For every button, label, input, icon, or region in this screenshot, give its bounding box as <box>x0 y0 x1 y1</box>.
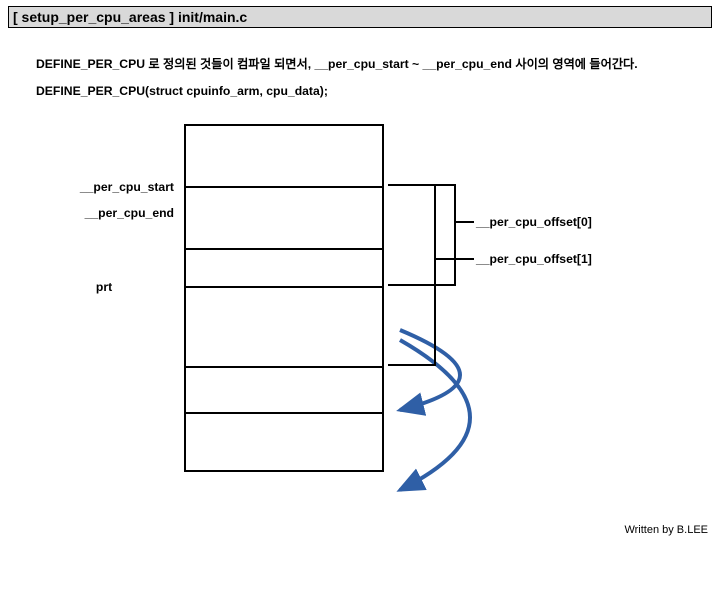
offset1-bracket-bottom <box>388 364 436 366</box>
label-per-cpu-start: __per_cpu_start <box>34 180 174 194</box>
title-bar: [ setup_per_cpu_areas ] init/main.c <box>8 6 712 28</box>
offset0-label-tick <box>454 221 474 223</box>
offset0-bracket-bottom <box>388 284 456 286</box>
divider-prt-0 <box>186 286 382 288</box>
label-prt: prt <box>34 280 174 294</box>
memory-layout-box <box>184 124 384 472</box>
offset0-bracket-top <box>388 184 456 186</box>
divider-prt-1 <box>186 366 382 368</box>
label-offset-0: __per_cpu_offset[0] <box>476 215 592 229</box>
footer-author: Written by B.LEE <box>624 524 708 536</box>
divider-per-cpu-end <box>186 248 382 250</box>
copy-arrows-svg <box>370 250 570 598</box>
offset1-label-tick <box>434 258 474 260</box>
divider-bottom <box>186 412 382 414</box>
description-line-1: DEFINE_PER_CPU 로 정의된 것들이 컴파일 되면서, __per_… <box>36 54 638 72</box>
label-per-cpu-end: __per_cpu_end <box>34 206 174 220</box>
slide: [ setup_per_cpu_areas ] init/main.c DEFI… <box>0 0 720 540</box>
slide-title: [ setup_per_cpu_areas ] init/main.c <box>13 9 247 25</box>
divider-per-cpu-start <box>186 186 382 188</box>
label-offset-1: __per_cpu_offset[1] <box>476 252 592 266</box>
description-line-2: DEFINE_PER_CPU(struct cpuinfo_arm, cpu_d… <box>36 84 328 98</box>
offset0-bracket-v <box>454 184 456 284</box>
offset1-bracket-v <box>434 184 436 364</box>
